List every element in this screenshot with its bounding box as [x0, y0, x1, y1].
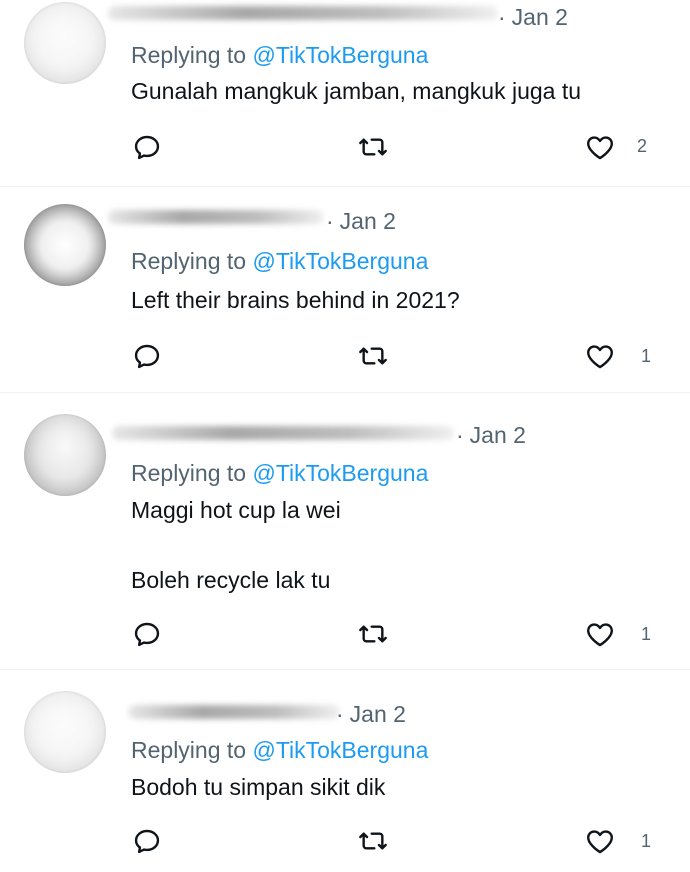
like-count: 1 — [641, 831, 652, 851]
heart-icon — [587, 345, 613, 369]
mention-link[interactable]: @TikTokBerguna — [252, 737, 428, 763]
replying-prefix: Replying to — [131, 248, 247, 274]
reply-icon — [134, 344, 160, 369]
replying-to: Replying to @TikTokBerguna — [131, 248, 428, 275]
tweet-text-line-1: Maggi hot cup la wei — [131, 497, 341, 523]
blurred-username[interactable] — [128, 705, 340, 719]
avatar[interactable] — [24, 414, 106, 496]
mention-link[interactable]: @TikTokBerguna — [252, 460, 428, 486]
heart-icon — [587, 136, 613, 160]
replying-prefix: Replying to — [131, 42, 247, 68]
tweet-text: Gunalah mangkuk jamban, mangkuk juga tu — [131, 78, 582, 104]
replying-to: Replying to @TikTokBerguna — [131, 737, 428, 764]
like-button[interactable] — [584, 825, 616, 857]
like-button[interactable] — [584, 131, 616, 163]
replying-to: Replying to @TikTokBerguna — [131, 460, 428, 487]
reply-icon — [134, 829, 160, 854]
tweet-text: Bodoh tu simpan sikit dik — [131, 774, 386, 800]
like-button[interactable] — [584, 340, 616, 372]
blurred-username[interactable] — [108, 6, 498, 20]
mention-link[interactable]: @TikTokBerguna — [252, 42, 428, 68]
blurred-username[interactable] — [112, 426, 454, 440]
like-button[interactable] — [584, 618, 616, 650]
retweet-icon — [359, 138, 387, 156]
reply-button[interactable] — [131, 340, 163, 372]
heart-icon — [587, 830, 613, 854]
heart-icon — [587, 623, 613, 647]
retweet-button[interactable] — [357, 340, 389, 372]
replying-prefix: Replying to — [131, 737, 247, 763]
avatar[interactable] — [24, 204, 106, 286]
tweet-date[interactable]: · Jan 2 — [456, 422, 526, 449]
tweet-text-line-2: Boleh recycle lak tu — [131, 567, 331, 593]
like-count: 1 — [641, 624, 652, 644]
replying-prefix: Replying to — [131, 460, 247, 486]
reply-button[interactable] — [131, 131, 163, 163]
tweet-date[interactable]: · Jan 2 — [498, 4, 568, 31]
reply-tweet[interactable]: · Jan 2 Replying to @TikTokBerguna Gunala… — [0, 0, 690, 187]
tweet-date[interactable]: · Jan 2 — [336, 701, 406, 728]
mention-link[interactable]: @TikTokBerguna — [252, 248, 428, 274]
retweet-icon — [359, 347, 387, 365]
retweet-icon — [359, 832, 387, 850]
reply-button[interactable] — [131, 825, 163, 857]
retweet-button[interactable] — [357, 131, 389, 163]
avatar[interactable] — [24, 2, 106, 84]
reply-icon — [134, 622, 160, 647]
like-count: 1 — [641, 346, 652, 366]
replies-feed: · Jan 2 Replying to @TikTokBerguna Gunala… — [0, 0, 690, 872]
reply-button[interactable] — [131, 618, 163, 650]
tweet-text: Left their brains behind in 2021? — [131, 287, 460, 313]
retweet-button[interactable] — [357, 618, 389, 650]
avatar[interactable] — [24, 691, 106, 773]
reply-tweet[interactable]: · Jan 2 Replying to @TikTokBerguna Left t… — [0, 186, 690, 393]
like-count: 2 — [637, 136, 648, 156]
reply-icon — [134, 135, 160, 160]
replying-to: Replying to @TikTokBerguna — [131, 42, 428, 69]
retweet-icon — [359, 625, 387, 643]
retweet-button[interactable] — [357, 825, 389, 857]
blurred-username[interactable] — [108, 210, 324, 224]
reply-tweet[interactable]: · Jan 2 Replying to @TikTokBerguna Bodoh … — [0, 669, 690, 872]
tweet-date[interactable]: · Jan 2 — [326, 208, 396, 235]
reply-tweet[interactable]: · Jan 2 Replying to @TikTokBerguna Maggi … — [0, 392, 690, 670]
